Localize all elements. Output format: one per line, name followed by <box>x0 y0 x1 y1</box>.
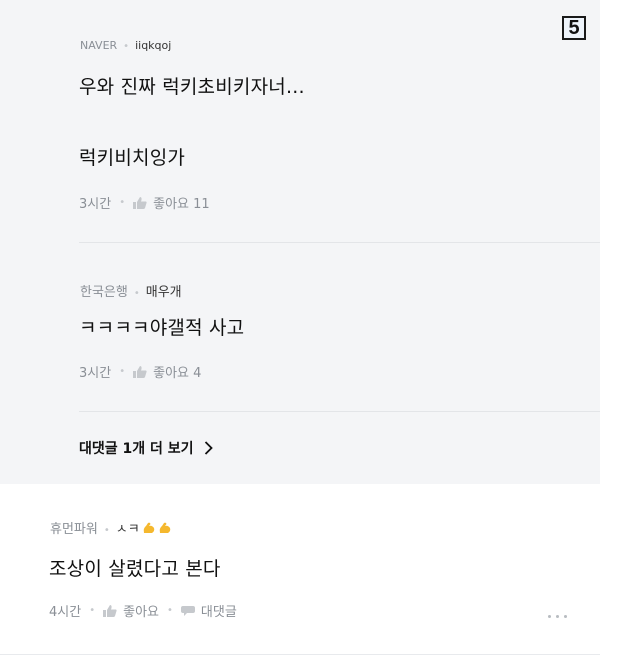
thumbs-up-icon[interactable] <box>103 604 117 617</box>
dot-separator: • <box>103 525 110 536</box>
reply-2-like-count[interactable]: 좋아요 4 <box>153 362 201 381</box>
comment-stats: 4시간 • 좋아요 • 대댓글 <box>49 601 237 620</box>
divider <box>79 411 600 412</box>
comment-time: 4시간 <box>49 605 82 620</box>
reply-1-text-line-2: 럭키비치잉가 <box>79 147 186 169</box>
comment-like-button[interactable]: 좋아요 <box>123 601 159 620</box>
dot-separator: • <box>119 197 126 208</box>
reply-1-source: NAVER <box>80 39 118 52</box>
divider <box>0 654 600 655</box>
reply-2-stats: 3시간 • 좋아요 4 <box>79 362 201 381</box>
reply-1-author[interactable]: NAVER • iiqkqoj <box>80 39 171 52</box>
reply-2-author[interactable]: 한국은행 • 매우개 <box>80 281 182 300</box>
dot-separator: • <box>123 41 130 52</box>
dot-separator: • <box>133 288 140 299</box>
index-badge: 5 <box>562 16 586 40</box>
divider <box>79 242 600 243</box>
chevron-right-icon <box>204 441 213 455</box>
comment-source: 휴먼파워 <box>50 522 98 537</box>
thumbs-up-icon[interactable] <box>133 365 147 378</box>
reply-2-source: 한국은행 <box>80 285 128 300</box>
comment-nickname[interactable]: ㅅㅋ <box>116 522 140 537</box>
reply-1-nickname[interactable]: iiqkqoj <box>135 39 171 52</box>
more-replies-button[interactable]: 대댓글 1개 더 보기 <box>79 438 213 458</box>
comment-author[interactable]: 휴먼파워 • ㅅㅋ <box>50 518 172 537</box>
dot-separator: • <box>167 605 173 616</box>
more-replies-label: 대댓글 1개 더 보기 <box>79 441 194 457</box>
reply-2-nickname[interactable]: 매우개 <box>146 285 182 300</box>
reply-1-text-line-1: 우와 진짜 럭키초비키자너... <box>79 76 305 98</box>
more-horizontal-icon[interactable] <box>548 611 572 621</box>
comment-reply-button[interactable]: 대댓글 <box>201 601 237 620</box>
reply-1-like-count[interactable]: 좋아요 11 <box>153 193 210 212</box>
reply-1-time: 3시간 <box>79 197 112 212</box>
flexed-biceps-emoji <box>143 522 154 533</box>
dot-separator: • <box>89 605 96 616</box>
comment-text: 조상이 살렸다고 본다 <box>49 558 221 580</box>
thumbs-up-icon[interactable] <box>133 196 147 209</box>
flexed-biceps-emoji <box>159 522 170 533</box>
reply-1-stats: 3시간 • 좋아요 11 <box>79 193 210 212</box>
speech-bubble-icon[interactable] <box>180 605 195 617</box>
dot-separator: • <box>119 366 126 377</box>
reply-2-time: 3시간 <box>79 366 112 381</box>
reply-2-text: ㅋㅋㅋㅋ야갤적 사고 <box>79 317 245 339</box>
